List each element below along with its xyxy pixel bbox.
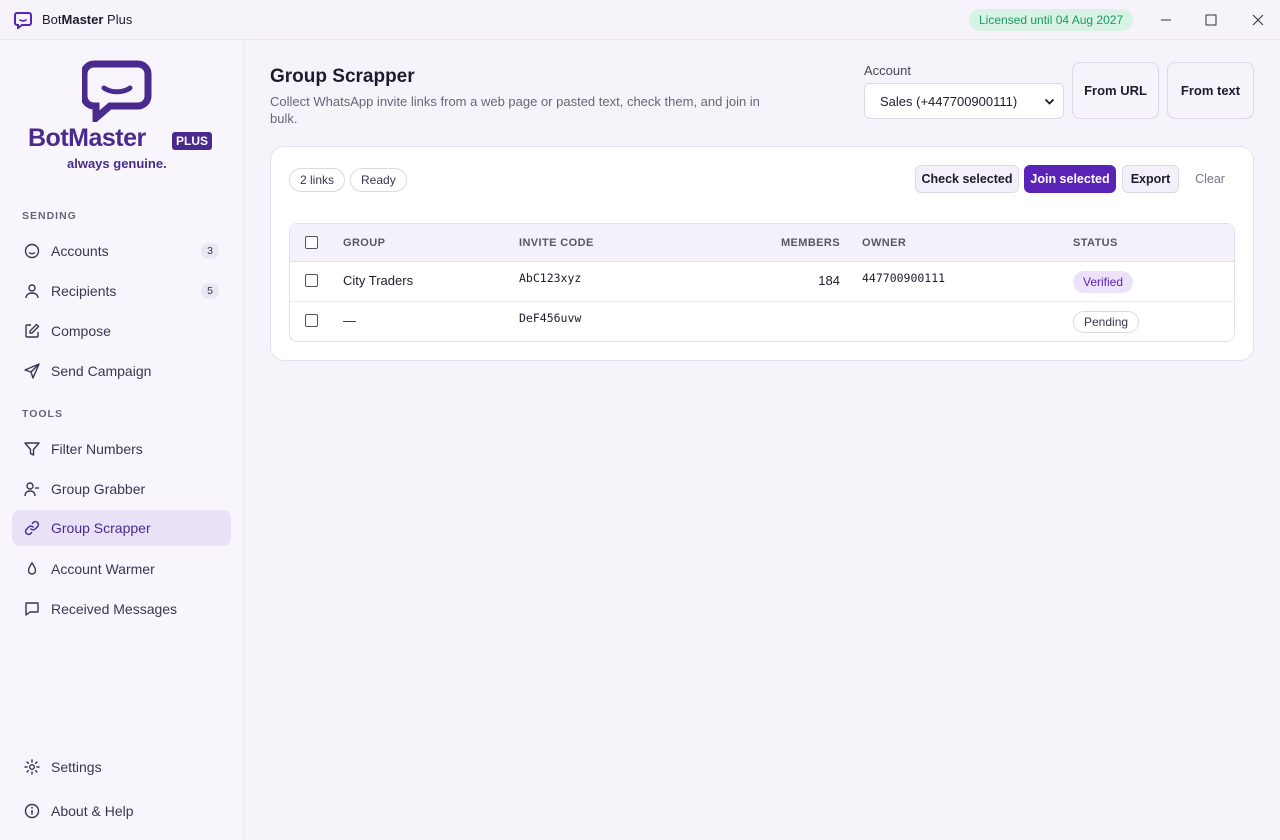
minimize-button[interactable] xyxy=(1156,10,1176,30)
sidebar-item-accounts[interactable]: Accounts 3 xyxy=(12,233,231,269)
gear-icon xyxy=(23,758,41,776)
sidebar-item-label: Account Warmer xyxy=(51,561,155,577)
row-checkbox[interactable] xyxy=(305,274,318,287)
section-label-sending: SENDING xyxy=(22,210,77,222)
links-count-chip: 2 links xyxy=(289,168,346,192)
license-badge: Licensed until 04 Aug 2027 xyxy=(969,9,1134,31)
link-icon xyxy=(23,519,41,537)
sidebar-item-group-grabber[interactable]: Group Grabber xyxy=(12,471,231,507)
smile-icon xyxy=(23,242,41,260)
table-row[interactable]: — DeF456uvw Pending xyxy=(290,302,1234,341)
sidebar-item-label: Recipients xyxy=(51,283,117,299)
brand-plus-badge: PLUS xyxy=(172,132,213,150)
select-all-checkbox[interactable] xyxy=(305,236,318,249)
table-row[interactable]: City Traders AbC123xyz 184 447700900111 … xyxy=(290,262,1234,302)
column-header-invite-code: INVITE CODE xyxy=(519,237,594,249)
edit-icon xyxy=(23,322,41,340)
sidebar-item-label: Group Grabber xyxy=(51,481,146,497)
chevron-down-icon xyxy=(1044,98,1055,105)
page-title: Group Scrapper xyxy=(270,66,415,87)
maximize-icon xyxy=(1205,14,1217,26)
join-selected-button[interactable]: Join selected xyxy=(1024,165,1116,193)
sidebar-item-group-scrapper[interactable]: Group Scrapper xyxy=(12,510,231,546)
droplet-icon xyxy=(23,560,41,578)
sidebar-item-label: Settings xyxy=(51,759,102,775)
owner-number: 447700900111 xyxy=(862,271,946,285)
column-header-members: MEMBERS xyxy=(780,237,840,249)
user-minus-icon xyxy=(23,480,41,498)
status-badge: Verified xyxy=(1073,271,1134,293)
from-url-button[interactable]: From URL xyxy=(1072,62,1159,119)
clear-button[interactable]: Clear xyxy=(1187,165,1233,193)
count-badge: 5 xyxy=(201,283,219,299)
sidebar-item-label: Send Campaign xyxy=(51,363,152,379)
brand-tagline: always genuine. xyxy=(67,156,167,171)
info-icon xyxy=(23,802,41,820)
sidebar-item-received-messages[interactable]: Received Messages xyxy=(12,591,231,627)
column-header-owner: OWNER xyxy=(862,237,907,249)
links-panel: 2 links Ready Check selected Join select… xyxy=(270,146,1254,361)
send-icon xyxy=(23,362,41,380)
sidebar-item-filter-numbers[interactable]: Filter Numbers xyxy=(12,431,231,467)
sidebar-item-label: About & Help xyxy=(51,803,134,819)
export-button[interactable]: Export xyxy=(1122,165,1179,193)
user-icon xyxy=(23,282,41,300)
sidebar-item-label: Compose xyxy=(51,323,111,339)
row-checkbox[interactable] xyxy=(305,314,318,327)
column-header-group: GROUP xyxy=(343,237,386,249)
group-name: — xyxy=(343,313,356,328)
sidebar-item-recipients[interactable]: Recipients 5 xyxy=(12,273,231,309)
account-select-value: Sales (+447700900111) xyxy=(880,93,1018,109)
brand-chat-icon xyxy=(82,60,152,122)
table-header: GROUP INVITE CODE MEMBERS OWNER STATUS xyxy=(290,224,1234,262)
section-label-tools: TOOLS xyxy=(22,408,63,420)
page-subtitle: Collect WhatsApp invite links from a web… xyxy=(270,94,760,126)
sidebar-item-compose[interactable]: Compose xyxy=(12,313,231,349)
brand-logo: BotMaster PLUS always genuine. xyxy=(28,60,218,175)
check-selected-button[interactable]: Check selected xyxy=(915,165,1019,193)
app-logo-icon xyxy=(14,12,32,29)
sidebar-item-send-campaign[interactable]: Send Campaign xyxy=(12,353,231,389)
account-select[interactable]: Sales (+447700900111) xyxy=(864,83,1064,119)
invite-code: DeF456uvw xyxy=(519,311,582,325)
column-header-status: STATUS xyxy=(1073,237,1118,249)
account-label: Account xyxy=(864,63,911,78)
sidebar-item-label: Accounts xyxy=(51,243,109,259)
invite-code: AbC123xyz xyxy=(519,271,582,285)
sidebar-item-about-help[interactable]: About & Help xyxy=(12,793,231,829)
count-badge: 3 xyxy=(201,243,219,259)
status-badge: Pending xyxy=(1073,311,1140,333)
sidebar-item-settings[interactable]: Settings xyxy=(12,749,231,785)
group-name: City Traders xyxy=(343,273,414,288)
brand-name: BotMaster xyxy=(28,124,146,152)
title-bar: BotMaster Plus Licensed until 04 Aug 202… xyxy=(0,0,1280,40)
sidebar-item-label: Group Scrapper xyxy=(51,520,151,536)
close-icon xyxy=(1252,14,1264,26)
minimize-icon xyxy=(1161,19,1171,21)
filter-icon xyxy=(23,440,41,458)
members-count: 184 xyxy=(818,273,840,288)
sidebar-item-label: Received Messages xyxy=(51,601,178,617)
sidebar-item-label: Filter Numbers xyxy=(51,441,143,457)
main-content: Group Scrapper Collect WhatsApp invite l… xyxy=(244,40,1280,840)
links-table: GROUP INVITE CODE MEMBERS OWNER STATUS C… xyxy=(289,223,1235,342)
message-icon xyxy=(23,600,41,618)
status-chip: Ready xyxy=(350,168,407,192)
close-button[interactable] xyxy=(1248,10,1268,30)
app-title: BotMaster Plus xyxy=(42,12,133,27)
from-text-button[interactable]: From text xyxy=(1167,62,1254,119)
sidebar-item-account-warmer[interactable]: Account Warmer xyxy=(12,551,231,587)
maximize-button[interactable] xyxy=(1201,10,1221,30)
sidebar: BotMaster PLUS always genuine. SENDING A… xyxy=(0,40,244,840)
